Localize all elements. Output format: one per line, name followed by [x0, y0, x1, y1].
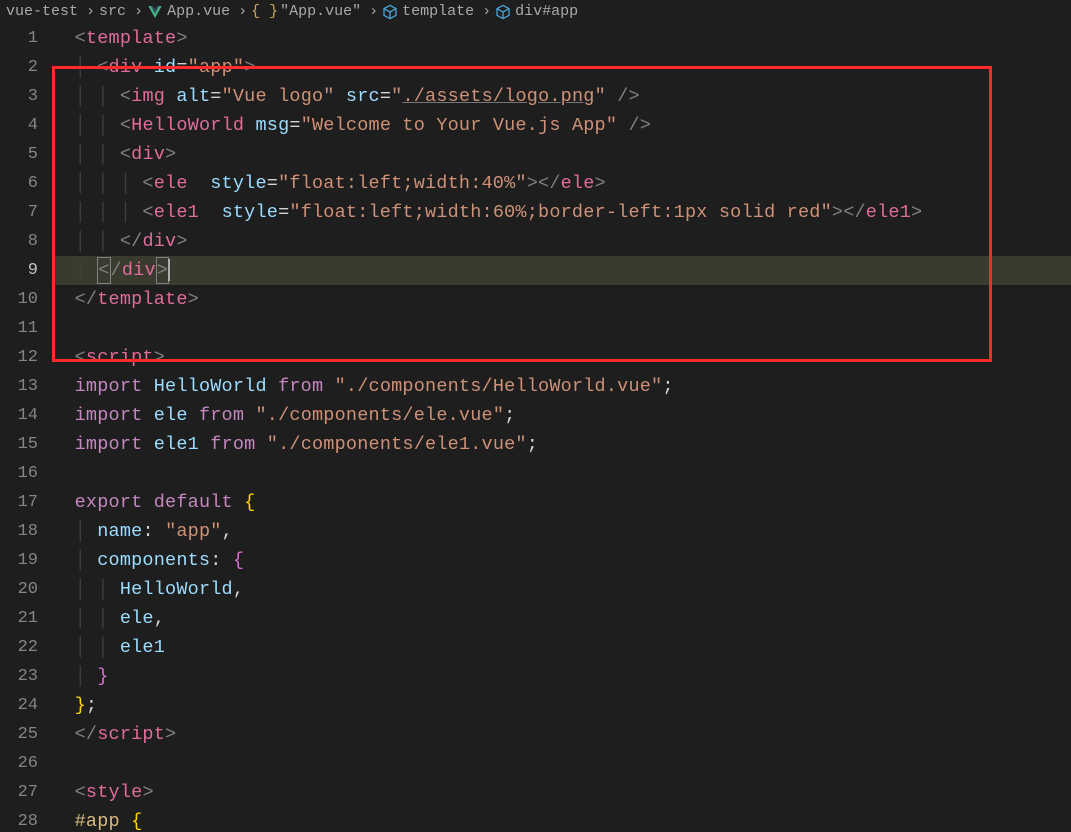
- chevron-right-icon: ›: [482, 1, 491, 23]
- breadcrumb-item[interactable]: template: [382, 1, 474, 23]
- line-number: 26: [0, 749, 38, 778]
- code-line[interactable]: [52, 459, 1071, 488]
- code-line[interactable]: │ │ <HelloWorld msg="Welcome to Your Vue…: [52, 111, 1071, 140]
- breadcrumb-item[interactable]: vue-test: [6, 1, 78, 23]
- code-line[interactable]: <template>: [52, 24, 1071, 53]
- breadcrumb-item[interactable]: src: [99, 1, 126, 23]
- line-number: 23: [0, 662, 38, 691]
- line-number: 2: [0, 53, 38, 82]
- line-number: 19: [0, 546, 38, 575]
- line-number: 15: [0, 430, 38, 459]
- chevron-right-icon: ›: [369, 1, 378, 23]
- chevron-right-icon: ›: [134, 1, 143, 23]
- code-line[interactable]: import ele1 from "./components/ele1.vue"…: [52, 430, 1071, 459]
- line-number: 21: [0, 604, 38, 633]
- line-number: 27: [0, 778, 38, 807]
- line-number: 22: [0, 633, 38, 662]
- code-line[interactable]: import ele from "./components/ele.vue";: [52, 401, 1071, 430]
- line-number: 24: [0, 691, 38, 720]
- line-number: 18: [0, 517, 38, 546]
- line-number: 9: [0, 256, 38, 285]
- line-number: 13: [0, 372, 38, 401]
- bracket-match: <: [97, 257, 110, 284]
- code-editor[interactable]: 1 2 3 4 5 6 7 8 9 10 11 12 13 14 15 16 1…: [0, 24, 1071, 832]
- line-number-gutter: 1 2 3 4 5 6 7 8 9 10 11 12 13 14 15 16 1…: [0, 24, 52, 832]
- code-line[interactable]: │ │ <div>: [52, 140, 1071, 169]
- breadcrumb: vue-test › src › App.vue › { } "App.vue"…: [0, 0, 1071, 24]
- code-line[interactable]: </script>: [52, 720, 1071, 749]
- breadcrumb-item[interactable]: { } "App.vue": [251, 1, 361, 23]
- line-number: 8: [0, 227, 38, 256]
- code-line[interactable]: </template>: [52, 285, 1071, 314]
- line-number: 20: [0, 575, 38, 604]
- code-line[interactable]: #app {: [52, 807, 1071, 832]
- code-area[interactable]: <template> │ <div id="app"> │ │ <img alt…: [52, 24, 1071, 832]
- line-number: 10: [0, 285, 38, 314]
- line-number: 6: [0, 169, 38, 198]
- line-number: 16: [0, 459, 38, 488]
- line-number: 11: [0, 314, 38, 343]
- line-number: 28: [0, 807, 38, 832]
- code-line[interactable]: <script>: [52, 343, 1071, 372]
- code-line[interactable]: │ │ │ <ele1 style="float:left;width:60%;…: [52, 198, 1071, 227]
- braces-icon: { }: [251, 1, 278, 23]
- code-line[interactable]: │ <div id="app">: [52, 53, 1071, 82]
- line-number: 12: [0, 343, 38, 372]
- code-line[interactable]: <style>: [52, 778, 1071, 807]
- code-line[interactable]: │ </div>: [52, 256, 1071, 285]
- line-number: 25: [0, 720, 38, 749]
- cube-icon: [495, 4, 511, 20]
- line-number: 17: [0, 488, 38, 517]
- code-line[interactable]: │ │ │ <ele style="float:left;width:40%">…: [52, 169, 1071, 198]
- code-line[interactable]: [52, 749, 1071, 778]
- code-line[interactable]: │ │ ele,: [52, 604, 1071, 633]
- code-line[interactable]: │ │ <img alt="Vue logo" src="./assets/lo…: [52, 82, 1071, 111]
- code-line[interactable]: [52, 314, 1071, 343]
- code-line[interactable]: import HelloWorld from "./components/Hel…: [52, 372, 1071, 401]
- code-line[interactable]: │ │ </div>: [52, 227, 1071, 256]
- text-cursor: [168, 259, 170, 281]
- chevron-right-icon: ›: [86, 1, 95, 23]
- vue-file-icon: [147, 4, 163, 20]
- cube-icon: [382, 4, 398, 20]
- line-number: 5: [0, 140, 38, 169]
- bracket-match: >: [156, 257, 169, 284]
- code-line[interactable]: │ }: [52, 662, 1071, 691]
- line-number: 14: [0, 401, 38, 430]
- code-line[interactable]: │ components: {: [52, 546, 1071, 575]
- code-line[interactable]: export default {: [52, 488, 1071, 517]
- line-number: 4: [0, 111, 38, 140]
- breadcrumb-item[interactable]: div#app: [495, 1, 578, 23]
- chevron-right-icon: ›: [238, 1, 247, 23]
- code-line[interactable]: │ name: "app",: [52, 517, 1071, 546]
- code-line[interactable]: │ │ ele1: [52, 633, 1071, 662]
- code-line[interactable]: };: [52, 691, 1071, 720]
- line-number: 3: [0, 82, 38, 111]
- code-line[interactable]: │ │ HelloWorld,: [52, 575, 1071, 604]
- line-number: 1: [0, 24, 38, 53]
- line-number: 7: [0, 198, 38, 227]
- breadcrumb-item[interactable]: App.vue: [147, 1, 230, 23]
